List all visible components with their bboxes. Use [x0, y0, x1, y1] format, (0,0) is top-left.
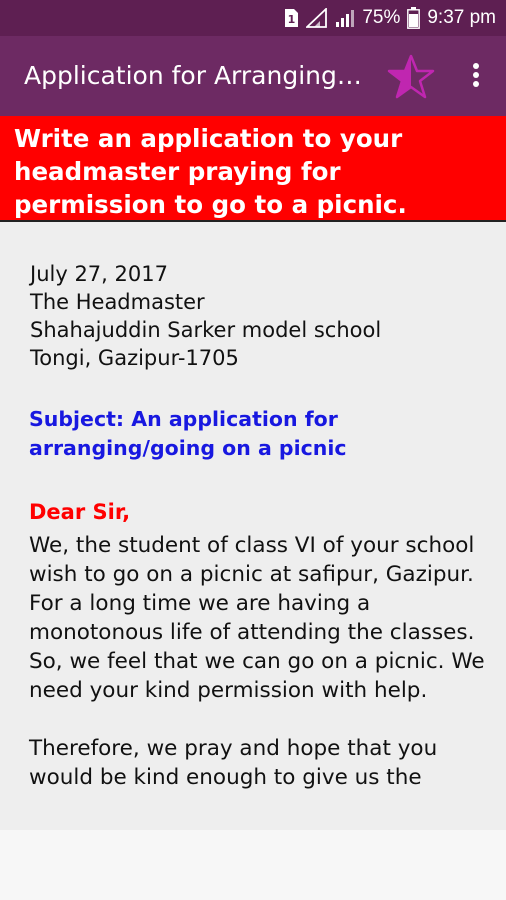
- address-block: July 27, 2017 The Headmaster Shahajuddin…: [30, 260, 381, 372]
- status-bar: 1 75% 9:37 pm: [0, 0, 506, 36]
- battery-percent: 75%: [362, 7, 401, 28]
- letter-date: July 27, 2017: [30, 262, 168, 286]
- signal-icon: [306, 8, 328, 28]
- question-banner: Write an application to your headmaster …: [0, 116, 506, 222]
- sim-label: 1: [288, 13, 296, 26]
- page-title: Application for Arranging…: [24, 61, 362, 90]
- signal-icon: [335, 8, 355, 28]
- letter-greeting: Dear Sir,: [29, 500, 131, 524]
- letter-body: We, the student of class VI of your scho…: [29, 531, 499, 821]
- clock: 9:37 pm: [427, 7, 496, 28]
- letter-content[interactable]: July 27, 2017 The Headmaster Shahajuddin…: [0, 222, 506, 830]
- overflow-menu-icon[interactable]: [464, 60, 488, 94]
- school-name: Shahajuddin Sarker model school: [30, 318, 382, 342]
- letter-paragraph: We, the student of class VI of your scho…: [29, 533, 485, 703]
- star-half-icon[interactable]: [386, 54, 436, 100]
- battery-icon: [407, 7, 421, 29]
- school-address: Tongi, Gazipur-1705: [30, 346, 239, 370]
- letter-subject: Subject: An application for arranging/go…: [29, 407, 347, 460]
- recipient: The Headmaster: [30, 290, 205, 314]
- bottom-area: [0, 830, 506, 900]
- app-bar: Application for Arranging…: [0, 36, 506, 116]
- sim-icon: 1: [283, 8, 299, 28]
- letter-paragraph: Therefore, we pray and hope that you wou…: [29, 736, 438, 790]
